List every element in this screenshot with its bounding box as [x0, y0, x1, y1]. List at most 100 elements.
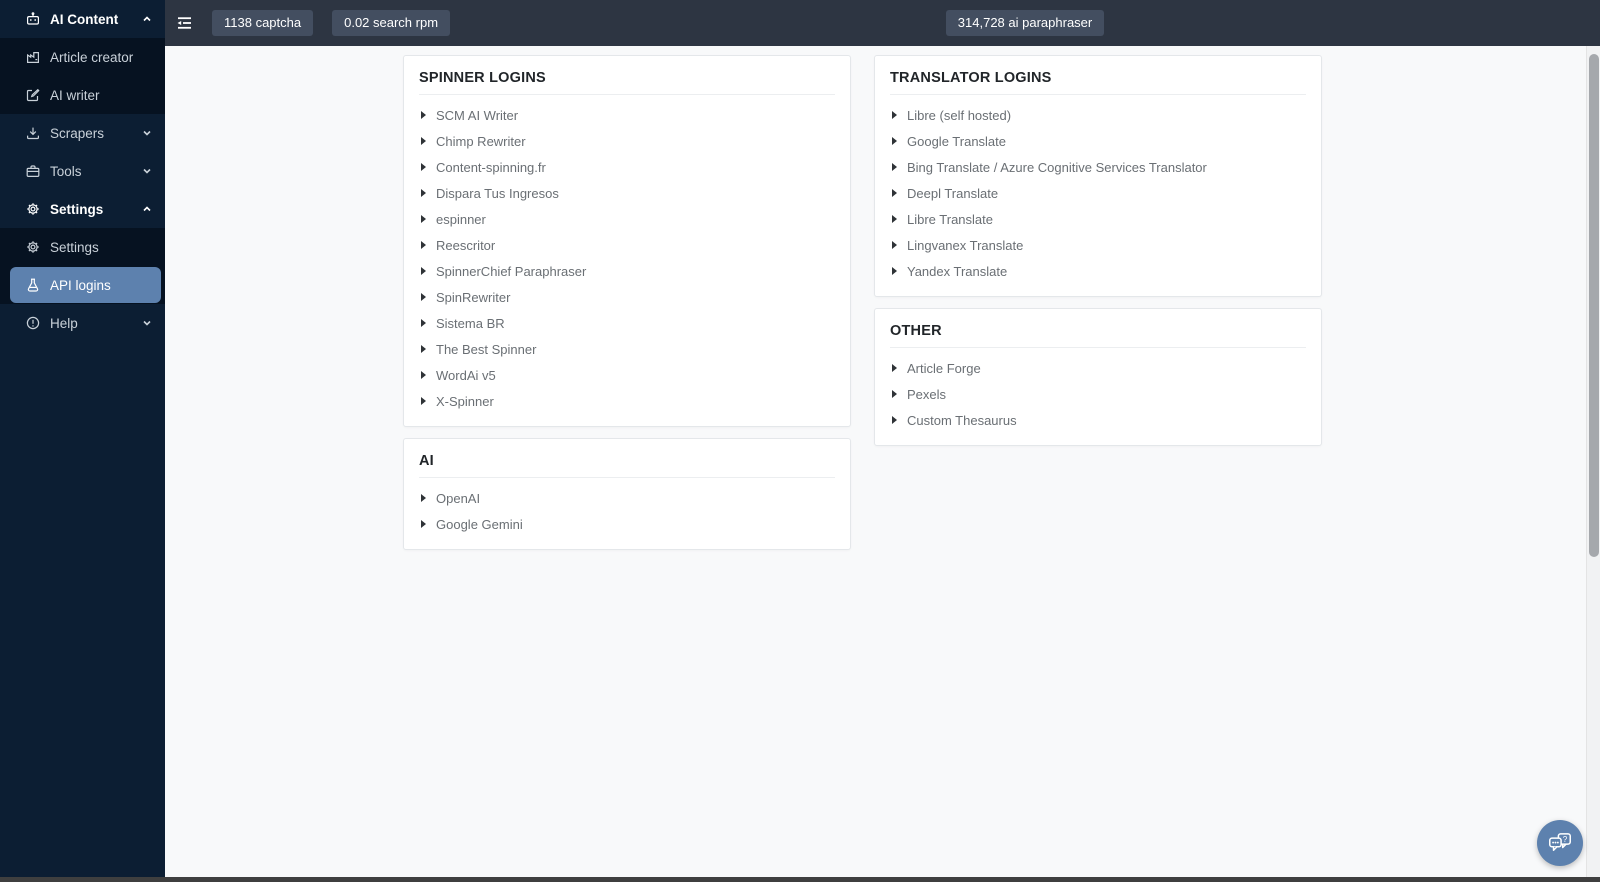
api-login-item[interactable]: Article Forge [890, 355, 1306, 381]
sidebar-item-ai-content[interactable]: AI Content [0, 0, 165, 38]
api-login-item[interactable]: Google Translate [890, 128, 1306, 154]
api-login-label: SpinnerChief Paraphraser [436, 263, 587, 279]
api-login-item[interactable]: SpinRewriter [419, 284, 835, 310]
topbar-right-badges: 1,526,907 ai writer 314,728 ai paraphras… [450, 0, 1600, 46]
api-login-item[interactable]: SCM AI Writer [419, 102, 835, 128]
chat-support-button[interactable]: ? [1537, 820, 1583, 866]
vertical-scrollbar[interactable] [1586, 46, 1600, 877]
collapsed-triangle-icon [892, 267, 897, 275]
api-login-item[interactable]: Libre Translate [890, 206, 1306, 232]
api-login-item[interactable]: SpinnerChief Paraphraser [419, 258, 835, 284]
divider [890, 347, 1306, 348]
api-login-list: Article Forge Pexels Custom Thesaurus [890, 355, 1306, 433]
card-title: TRANSLATOR LOGINS [890, 70, 1052, 86]
main-region: 1138 captcha 0.02 search rpm 1,526,907 a… [165, 0, 1600, 882]
outdent-icon [177, 17, 191, 29]
api-login-item[interactable]: Deepl Translate [890, 180, 1306, 206]
api-login-item[interactable]: Lingvanex Translate [890, 232, 1306, 258]
collapsed-triangle-icon [892, 189, 897, 197]
api-login-item[interactable]: Libre (self hosted) [890, 102, 1306, 128]
divider [419, 477, 835, 478]
api-login-item[interactable]: Bing Translate / Azure Cognitive Service… [890, 154, 1306, 180]
api-login-label: Libre Translate [907, 211, 993, 227]
sidebar-item-label: Tools [50, 163, 82, 179]
chevron-down-icon [143, 320, 151, 326]
chat-bubbles-icon: ? [1549, 833, 1571, 851]
collapsed-triangle-icon [421, 397, 426, 405]
factory-icon [27, 52, 39, 63]
sidebar-group-help: Help [0, 304, 165, 342]
bottom-edge-strip [0, 877, 1600, 882]
sidebar-item-article-creator[interactable]: Article creator [0, 38, 165, 76]
api-login-item[interactable]: Custom Thesaurus [890, 407, 1306, 433]
sidebar-item-scrapers[interactable]: Scrapers [0, 114, 165, 152]
card-title: OTHER [890, 323, 942, 339]
api-login-item[interactable]: OpenAI [419, 485, 835, 511]
card-title: AI [419, 453, 434, 469]
collapsed-triangle-icon [892, 364, 897, 372]
api-login-item[interactable]: X-Spinner [419, 388, 835, 414]
api-login-label: Custom Thesaurus [907, 412, 1017, 428]
card-title: SPINNER LOGINS [419, 70, 546, 86]
sidebar-item-settings[interactable]: Settings [0, 228, 165, 266]
collapsed-triangle-icon [421, 345, 426, 353]
api-login-item[interactable]: WordAi v5 [419, 362, 835, 388]
api-login-item[interactable]: Yandex Translate [890, 258, 1306, 284]
collapsed-triangle-icon [892, 416, 897, 424]
api-login-label: Bing Translate / Azure Cognitive Service… [907, 159, 1207, 175]
scrollbar-thumb[interactable] [1589, 54, 1599, 557]
sidebar-item-help[interactable]: Help [0, 304, 165, 342]
api-login-item[interactable]: Dispara Tus Ingresos [419, 180, 835, 206]
collapsed-triangle-icon [892, 215, 897, 223]
api-login-list: Libre (self hosted) Google Translate Bin… [890, 102, 1306, 284]
left-column: SPINNER LOGINS SCM AI Writer Chimp Rewri… [403, 55, 851, 550]
api-login-item[interactable]: Chimp Rewriter [419, 128, 835, 154]
collapsed-triangle-icon [421, 371, 426, 379]
sidebar-item-label: API logins [50, 277, 111, 293]
collapsed-triangle-icon [421, 163, 426, 171]
api-login-item[interactable]: Reescritor [419, 232, 835, 258]
api-login-item[interactable]: espinner [419, 206, 835, 232]
api-login-list: OpenAI Google Gemini [419, 485, 835, 537]
sidebar-item-label: Settings [50, 239, 99, 255]
sidebar-item-ai-writer[interactable]: AI writer [0, 76, 165, 114]
chevron-up-icon [143, 206, 151, 212]
api-login-item[interactable]: Content-spinning.fr [419, 154, 835, 180]
api-login-label: SpinRewriter [436, 289, 511, 305]
api-login-label: SCM AI Writer [436, 107, 519, 123]
topbar-left-badges: 1138 captcha 0.02 search rpm [212, 10, 451, 36]
api-login-label: Yandex Translate [907, 263, 1008, 279]
sidebar-group-middle: Scrapers Tools Settings [0, 114, 165, 228]
api-login-item[interactable]: The Best Spinner [419, 336, 835, 362]
sidebar-toggle-button[interactable] [170, 8, 198, 38]
card-translator-logins: TRANSLATOR LOGINS Libre (self hosted) Go… [874, 55, 1322, 297]
card-other: OTHER Article Forge Pexels Custom Thesau… [874, 308, 1322, 446]
svg-text:?: ? [1563, 835, 1568, 844]
api-login-item[interactable]: Google Gemini [419, 511, 835, 537]
collapsed-triangle-icon [421, 267, 426, 275]
api-login-label: Reescritor [436, 237, 496, 253]
chevron-up-icon [143, 16, 151, 22]
sidebar-item-label: Article creator [50, 49, 134, 65]
api-login-label: WordAi v5 [436, 367, 496, 383]
api-login-item[interactable]: Sistema BR [419, 310, 835, 336]
collapsed-triangle-icon [421, 241, 426, 249]
card-ai: AI OpenAI Google Gemini [403, 438, 851, 550]
api-login-label: Lingvanex Translate [907, 237, 1024, 253]
sidebar-item-api-logins[interactable]: API logins [10, 267, 161, 303]
api-login-list: SCM AI Writer Chimp Rewriter Content-spi… [419, 102, 835, 414]
collapsed-triangle-icon [892, 163, 897, 171]
main-content: SPINNER LOGINS SCM AI Writer Chimp Rewri… [165, 46, 1600, 882]
download-icon [27, 127, 39, 140]
api-login-item[interactable]: Pexels [890, 381, 1306, 407]
collapsed-triangle-icon [421, 111, 426, 119]
topbar: 1138 captcha 0.02 search rpm 1,526,907 a… [165, 0, 1600, 46]
sidebar-item-settings-group[interactable]: Settings [0, 190, 165, 228]
search-rpm-badge: 0.02 search rpm [332, 10, 451, 36]
captcha-count-badge: 1138 captcha [212, 10, 314, 36]
gear-icon [27, 241, 39, 253]
sidebar-item-label: Scrapers [50, 125, 105, 141]
exclamation-circle-icon [26, 316, 40, 330]
api-login-label: Content-spinning.fr [436, 159, 546, 175]
sidebar-item-tools[interactable]: Tools [0, 152, 165, 190]
